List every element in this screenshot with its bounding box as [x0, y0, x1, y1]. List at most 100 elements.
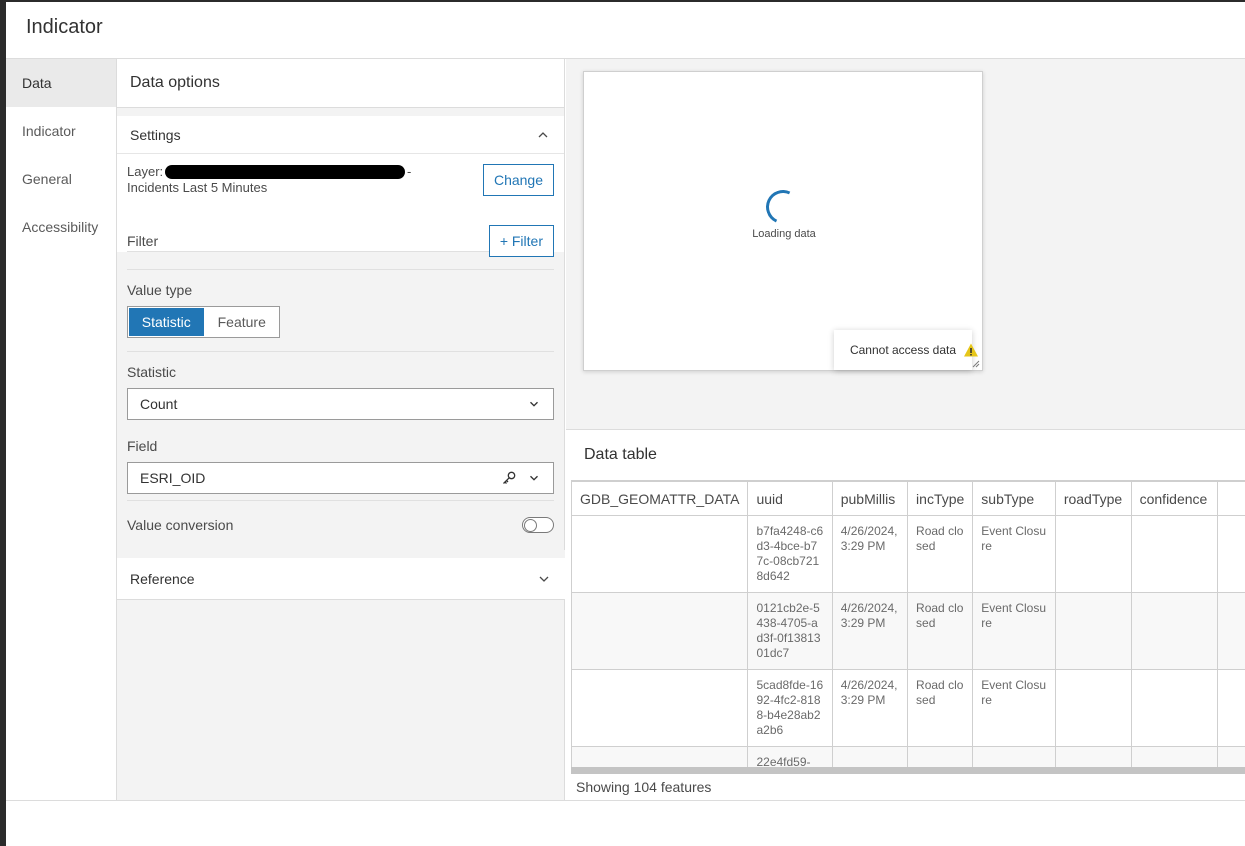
column-header[interactable]: roadType [1054, 481, 1132, 516]
table-cell [571, 746, 749, 767]
table-cell [1054, 669, 1132, 747]
data-table-section: Data table GDB_GEOMATTR_DATA uuid pubMil… [566, 431, 1245, 800]
layer-suffix: - [407, 164, 412, 179]
value-type-toggle: Statistic Feature [127, 306, 280, 338]
table-cell [1216, 592, 1245, 670]
horizontal-scrollbar[interactable] [571, 767, 1245, 774]
table-cell: Event Closure [972, 592, 1056, 670]
layer-name: Incidents Last 5 Minutes [127, 180, 268, 195]
filter-label: Filter [127, 233, 159, 249]
table-cell [1130, 669, 1218, 747]
field-value: ESRI_OID [140, 470, 206, 486]
footer-divider [6, 800, 1245, 801]
column-header[interactable]: GDB_GEOMATTR_DATA [571, 481, 749, 516]
key-icon [503, 471, 516, 484]
table-cell: 22e4fd59- [747, 746, 833, 767]
column-header[interactable]: uuid [747, 481, 833, 516]
nav-item-accessibility[interactable]: Accessibility [6, 203, 116, 251]
table-cell [1130, 515, 1218, 593]
value-type-row: Value type Statistic Feature [127, 270, 554, 352]
table-cell [831, 746, 909, 767]
value-conversion-row: Value conversion [127, 501, 554, 549]
loading-spinner-icon [761, 185, 805, 229]
column-header[interactable]: subType [972, 481, 1056, 516]
statistic-field-row: Statistic Count Field ESRI_OID [127, 352, 554, 501]
table-cell: Road closed [907, 592, 974, 670]
table-cell: 5cad8fde-1692-4fc2-8188-b4e28ab2a2b6 [747, 669, 833, 747]
table-cell [907, 746, 974, 767]
value-type-statistic[interactable]: Statistic [128, 307, 205, 337]
table-cell: 0121cb2e-5438-4705-ad3f-0f1381301dc7 [747, 592, 833, 670]
redacted-layer-name [165, 165, 405, 179]
field-select[interactable]: ESRI_OID [127, 462, 554, 494]
reference-section-header[interactable]: Reference [117, 558, 565, 600]
preview-area: Loading data Cannot access data [566, 59, 1245, 430]
chevron-down-icon [539, 576, 549, 582]
table-cell [1054, 592, 1132, 670]
table-row[interactable]: 5cad8fde-1692-4fc2-8188-b4e28ab2a2b6 4/2… [571, 669, 1245, 747]
panel-title: Data options [117, 59, 564, 108]
table-cell [1216, 669, 1245, 747]
value-conversion-toggle[interactable] [522, 517, 554, 533]
table-cell [1130, 746, 1218, 767]
table-cell: 4/26/2024, 3:29 PM [831, 592, 909, 670]
data-table-title: Data table [584, 446, 657, 463]
column-header[interactable] [1216, 481, 1245, 516]
chevron-up-icon [538, 131, 548, 137]
data-table[interactable]: GDB_GEOMATTR_DATA uuid pubMillis incType… [571, 480, 1245, 767]
settings-heading: Settings [130, 126, 181, 143]
nav-item-indicator[interactable]: Indicator [6, 107, 116, 155]
value-type-label: Value type [127, 282, 193, 298]
table-row[interactable]: b7fa4248-c6d3-4bce-b77c-08cb7218d642 4/2… [571, 515, 1245, 593]
settings-section-header[interactable]: Settings [117, 116, 564, 154]
field-select-icons [501, 470, 541, 486]
nav-item-data[interactable]: Data [6, 59, 116, 107]
table-cell: 4/26/2024, 3:29 PM [831, 515, 909, 593]
table-cell [1054, 746, 1132, 767]
table-cell [571, 669, 749, 747]
chevron-down-icon [530, 401, 538, 407]
statistic-select[interactable]: Count [127, 388, 554, 420]
indicator-window: Indicator Data Indicator General Accessi… [0, 0, 1245, 846]
value-conversion-label: Value conversion [127, 517, 234, 533]
statistic-value: Count [140, 396, 178, 412]
table-cell [571, 592, 749, 670]
table-cell: b7fa4248-c6d3-4bce-b77c-08cb7218d642 [747, 515, 833, 593]
feature-count: Showing 104 features [576, 779, 712, 795]
loading-text: Loading data [752, 228, 816, 240]
layer-prefix: Layer: [127, 164, 164, 179]
change-layer-button[interactable]: Change [482, 164, 554, 196]
table-cell [1054, 515, 1132, 593]
window-title: Indicator [26, 16, 103, 38]
table-cell [1216, 515, 1245, 593]
table-cell [1216, 746, 1245, 767]
table-cell [1130, 592, 1218, 670]
column-header[interactable]: incType [907, 481, 974, 516]
table-row[interactable]: 22e4fd59- [571, 746, 1245, 767]
error-tooltip: Cannot access data [834, 330, 972, 370]
table-cell: Event Closure [972, 669, 1056, 747]
table-cell: Event Closure [972, 515, 1056, 593]
indicator-preview-card: Loading data Cannot access data [583, 71, 983, 371]
reference-heading: Reference [130, 570, 195, 587]
table-cell: Road closed [907, 669, 974, 747]
top-border [0, 0, 1245, 2]
table-cell: 4/26/2024, 3:29 PM [831, 669, 909, 747]
settings-rows: Filter + Filter Value type Statistic Fea… [127, 213, 554, 549]
side-nav: Data Indicator General Accessibility [6, 59, 117, 800]
warning-icon[interactable] [963, 342, 979, 358]
filter-row: Filter + Filter [127, 213, 554, 270]
layer-text: Layer: - Incidents Last 5 Minutes [127, 164, 427, 196]
resize-handle-icon[interactable] [972, 360, 980, 368]
table-cell [571, 515, 749, 593]
field-label: Field [127, 438, 158, 454]
column-header[interactable]: pubMillis [831, 481, 909, 516]
table-row[interactable]: 0121cb2e-5438-4705-ad3f-0f1381301dc7 4/2… [571, 592, 1245, 670]
add-filter-button[interactable]: + Filter [488, 225, 554, 257]
nav-item-general[interactable]: General [6, 155, 116, 203]
column-header[interactable]: confidence [1130, 481, 1218, 516]
value-type-feature[interactable]: Feature [204, 307, 279, 337]
section-gap [117, 550, 565, 558]
table-cell [972, 746, 1056, 767]
table-header-row: GDB_GEOMATTR_DATA uuid pubMillis incType… [571, 481, 1245, 516]
